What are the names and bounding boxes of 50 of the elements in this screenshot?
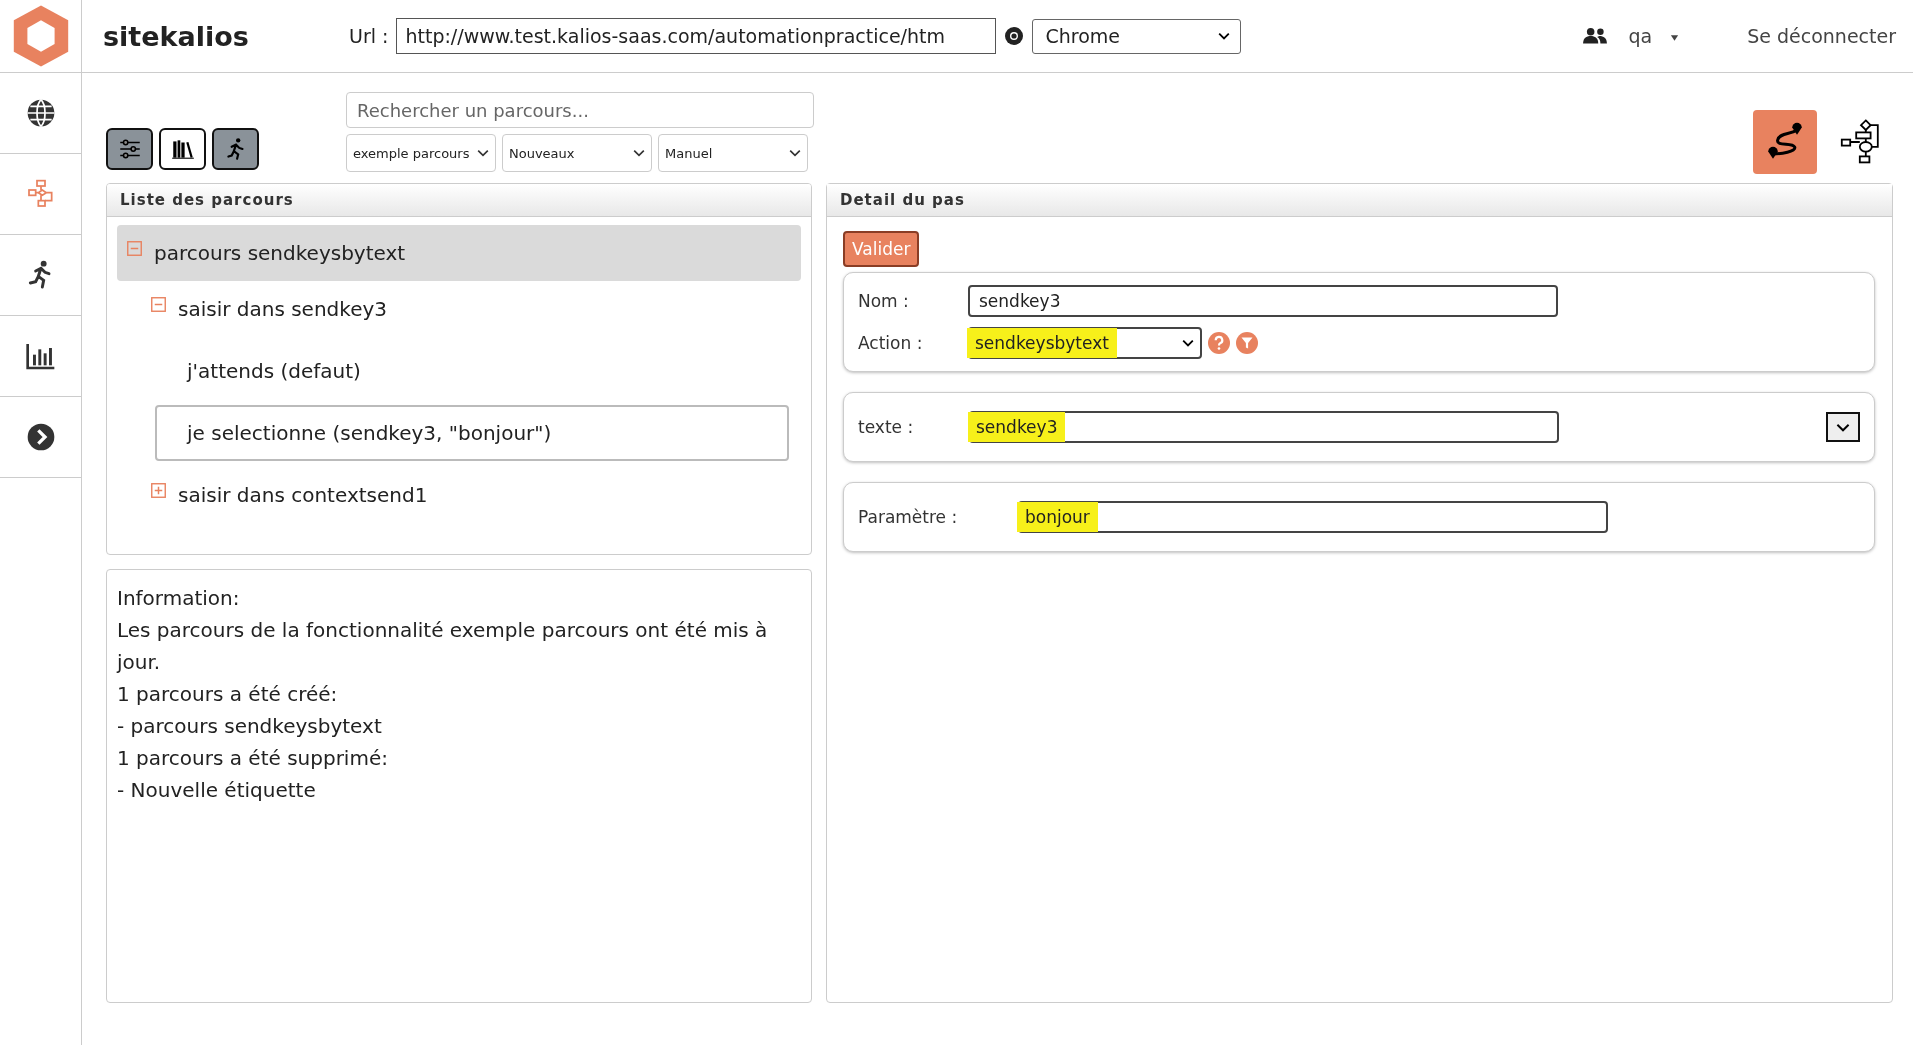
parameter-field[interactable]: bonjour	[1018, 501, 1608, 533]
chevron-icon	[1836, 422, 1850, 432]
filter-select[interactable]: Nouveaux	[502, 134, 652, 172]
field-value: sendkey3	[978, 291, 1062, 311]
filter-icon[interactable]	[1236, 332, 1258, 354]
info-text: - parcours sendkeysbytext	[117, 713, 383, 740]
filter-select[interactable]: exemple parcours	[346, 134, 496, 172]
info-text: 1 parcours a été créé:	[117, 681, 339, 708]
chevron-icon	[1182, 339, 1194, 347]
runner-toggle-button[interactable]	[212, 128, 259, 170]
tree-item[interactable]: j'attends (defaut)	[155, 343, 789, 399]
field-label: texte :	[858, 417, 915, 437]
panel-title: Liste des parcours	[107, 184, 811, 217]
panel-title: Detail du pas	[827, 184, 1892, 217]
filter-select[interactable]: Manuel	[658, 134, 808, 172]
logout-link[interactable]: Se déconnecter	[1747, 25, 1896, 47]
browser-select[interactable]: Chrome	[1032, 18, 1242, 54]
tree-item[interactable]: je selectionne (sendkey3, "bonjour")	[155, 405, 789, 461]
help-icon[interactable]	[1208, 332, 1230, 354]
chevron-icon	[633, 149, 645, 157]
app-name: sitekalios	[103, 20, 250, 52]
name-field[interactable]: sendkey3	[968, 285, 1558, 317]
url-field[interactable]: http://www.test.kalios-saas.com/automationpractice/htm	[396, 18, 997, 54]
tree-item[interactable]: saisir dans sendkey3	[141, 281, 801, 337]
chevron-icon	[789, 149, 801, 157]
dropdown-button[interactable]	[1826, 412, 1860, 442]
info-text: - Nouvelle étiquette	[117, 777, 317, 804]
expand-icon[interactable]	[151, 482, 166, 498]
chevron-icon	[477, 149, 489, 157]
url-label: Url :	[349, 25, 389, 47]
route-view-button[interactable]	[1753, 110, 1817, 174]
browser-icon	[1004, 26, 1025, 46]
field-label: Paramètre :	[858, 507, 959, 527]
collapse-icon[interactable]	[151, 296, 166, 312]
tree-item[interactable]: saisir dans contextsend1	[141, 467, 801, 523]
tree-item[interactable]: parcours sendkeysbytext	[117, 225, 801, 281]
sliders-toggle-button[interactable]	[106, 128, 153, 170]
info-text: Les parcours de la fonctionnalité exemple parcours ont été mis à jour.	[117, 617, 769, 676]
search-field[interactable]: Rechercher un parcours...	[346, 92, 814, 128]
field-label: Action :	[858, 333, 924, 353]
info-text: 1 parcours a été supprimé:	[117, 745, 389, 772]
books-toggle-button[interactable]	[159, 128, 206, 170]
text-field[interactable]: sendkey3	[969, 411, 1559, 443]
action-select[interactable]: sendkeysbytext	[968, 327, 1202, 359]
chevron-icon	[1218, 32, 1231, 40]
users-icon	[1582, 27, 1609, 45]
user-menu[interactable]: qa	[1628, 25, 1680, 47]
caret-icon	[1670, 34, 1680, 41]
field-label: Nom :	[858, 291, 910, 311]
info-text: Information:	[117, 585, 241, 612]
